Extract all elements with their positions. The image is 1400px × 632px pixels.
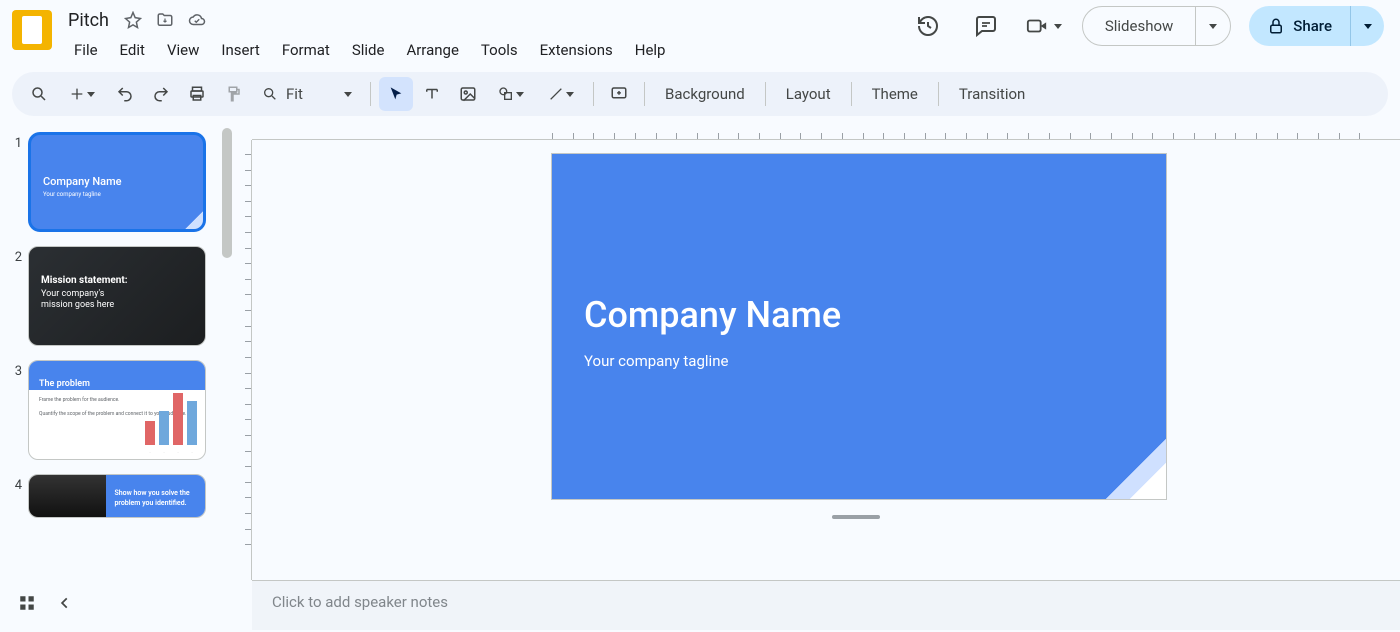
vertical-ruler[interactable]: [232, 140, 252, 580]
chevron-down-icon: [516, 92, 524, 97]
history-icon[interactable]: [908, 6, 948, 46]
share-button[interactable]: Share: [1249, 17, 1350, 35]
thumb-number: 4: [4, 474, 22, 493]
share-label: Share: [1293, 17, 1332, 35]
menu-arrange[interactable]: Arrange: [396, 37, 468, 63]
background-button[interactable]: Background: [653, 77, 757, 111]
menu-tools[interactable]: Tools: [471, 37, 528, 63]
redo-icon[interactable]: [144, 77, 178, 111]
share-dropdown[interactable]: [1350, 6, 1384, 46]
share-button-group: Share: [1249, 6, 1384, 46]
zoom-icon: [262, 86, 278, 102]
thumb-number: 2: [4, 246, 22, 265]
toolbar-separator: [370, 82, 371, 106]
textbox-tool-icon[interactable]: [415, 77, 449, 111]
chevron-down-icon: [1364, 24, 1372, 29]
thumb-row: 3 The problem Frame the problem for the …: [4, 360, 224, 460]
slide-subtitle[interactable]: Your company tagline: [584, 352, 728, 370]
chevron-down-icon: [566, 92, 574, 97]
toolbar-separator: [593, 82, 594, 106]
thumb-row: 2 Mission statement: Your company'smissi…: [4, 246, 224, 346]
app-header: Pitch File Edit View Insert Format Slide…: [0, 0, 1400, 66]
page-fold-icon: [185, 211, 203, 229]
thumb-number: 1: [4, 132, 22, 151]
menu-bar: File Edit View Insert Format Slide Arran…: [64, 34, 908, 66]
thumb-chart: [145, 391, 197, 445]
page-fold-icon: [1106, 439, 1166, 499]
toolbar-separator: [938, 82, 939, 106]
shape-tool-icon[interactable]: [487, 77, 535, 111]
toolbar-separator: [644, 82, 645, 106]
move-folder-icon[interactable]: [153, 8, 177, 32]
thumb-title: Company Name: [43, 175, 122, 188]
transition-button[interactable]: Transition: [947, 77, 1037, 111]
filmstrip: 1 Company Name Your company tagline 2 Mi…: [0, 122, 232, 630]
toolbar-separator: [765, 82, 766, 106]
document-title[interactable]: Pitch: [64, 10, 113, 31]
lock-icon: [1267, 17, 1285, 35]
paint-format-icon[interactable]: [216, 77, 250, 111]
slide-thumbnail-1[interactable]: Company Name Your company tagline: [28, 132, 206, 232]
thumb-subtitle: Your company tagline: [43, 191, 101, 198]
comments-icon[interactable]: [966, 6, 1006, 46]
star-icon[interactable]: [121, 8, 145, 32]
cloud-status-icon[interactable]: [185, 8, 209, 32]
chevron-down-icon: [87, 92, 95, 97]
app-body: 1 Company Name Your company tagline 2 Mi…: [0, 122, 1400, 630]
undo-icon[interactable]: [108, 77, 142, 111]
filmstrip-footer: [0, 576, 232, 630]
chevron-down-icon: [1209, 24, 1217, 29]
menu-file[interactable]: File: [64, 37, 108, 63]
select-tool-icon[interactable]: [379, 77, 413, 111]
current-slide[interactable]: Company Name Your company tagline: [552, 154, 1166, 499]
thumb-row: 1 Company Name Your company tagline: [4, 132, 224, 232]
slide-stage[interactable]: Company Name Your company tagline: [252, 140, 1400, 580]
comment-tool-icon[interactable]: [602, 77, 636, 111]
slide-title[interactable]: Company Name: [584, 294, 841, 336]
menu-extensions[interactable]: Extensions: [530, 37, 623, 63]
thumb-row: 4 Show how you solve theproblem you iden…: [4, 474, 224, 518]
new-slide-button[interactable]: [58, 77, 106, 111]
menu-view[interactable]: View: [157, 37, 209, 63]
menu-edit[interactable]: Edit: [110, 37, 155, 63]
horizontal-ruler[interactable]: [252, 122, 1400, 140]
slide-thumbnail-2[interactable]: Mission statement: Your company'smission…: [28, 246, 206, 346]
toolbar: Fit Background Layout Theme Transition: [12, 72, 1388, 116]
slideshow-button[interactable]: Slideshow: [1083, 7, 1196, 45]
canvas-area: Company Name Your company tagline Click …: [232, 122, 1400, 630]
present-meet-icon[interactable]: [1024, 6, 1064, 46]
title-area: Pitch File Edit View Insert Format Slide…: [64, 6, 908, 66]
image-tool-icon[interactable]: [451, 77, 485, 111]
thumb-number: 3: [4, 360, 22, 379]
slides-app-icon[interactable]: [12, 10, 52, 50]
speaker-notes[interactable]: Click to add speaker notes: [252, 580, 1400, 630]
slideshow-button-group: Slideshow: [1082, 6, 1231, 46]
layout-button[interactable]: Layout: [774, 77, 843, 111]
header-right: Slideshow Share: [908, 6, 1392, 46]
menu-insert[interactable]: Insert: [211, 37, 269, 63]
menu-format[interactable]: Format: [272, 37, 340, 63]
chevron-down-icon: [344, 92, 352, 97]
notes-resize-handle[interactable]: [832, 515, 880, 519]
menu-help[interactable]: Help: [625, 37, 676, 63]
print-icon[interactable]: [180, 77, 214, 111]
thumb-line1: Mission statement:: [41, 275, 128, 286]
menu-slide[interactable]: Slide: [342, 37, 395, 63]
search-menus-icon[interactable]: [22, 77, 56, 111]
thumb-title: The problem: [39, 379, 90, 389]
expand-filmstrip-icon[interactable]: [58, 596, 72, 610]
slideshow-dropdown[interactable]: [1196, 24, 1230, 29]
zoom-value: Fit: [286, 85, 303, 103]
filmstrip-scrollbar[interactable]: [222, 128, 232, 258]
zoom-control[interactable]: Fit: [252, 85, 362, 103]
grid-view-icon[interactable]: [18, 594, 36, 612]
slide-thumbnail-4[interactable]: Show how you solve theproblem you identi…: [28, 474, 206, 518]
theme-button[interactable]: Theme: [860, 77, 930, 111]
chevron-down-icon: [1054, 24, 1062, 29]
toolbar-separator: [851, 82, 852, 106]
line-tool-icon[interactable]: [537, 77, 585, 111]
slide-thumbnail-3[interactable]: The problem Frame the problem for the au…: [28, 360, 206, 460]
thumb-line2: Your company'smission goes here: [41, 289, 114, 312]
